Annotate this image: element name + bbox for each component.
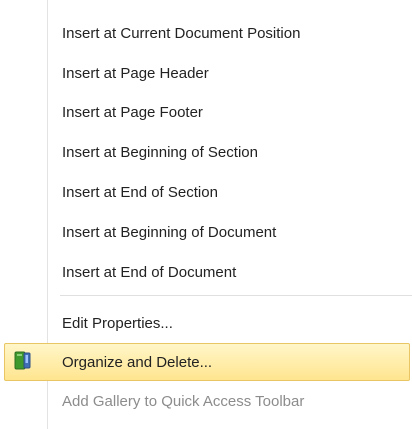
insert-at-end-of-document-item[interactable]: Insert at End of Document <box>4 254 410 292</box>
menu-item-label: Insert at Beginning of Document <box>62 224 277 241</box>
menu-separator <box>60 295 412 296</box>
organizer-book-icon-graphic <box>14 351 31 370</box>
menu-item-label: Insert at Beginning of Section <box>62 144 258 161</box>
menu-item-label: Insert at End of Document <box>62 264 237 281</box>
insert-at-current-document-position-item[interactable]: Insert at Current Document Position <box>4 15 410 53</box>
building-block-context-menu: Insert at Current Document Position Inse… <box>0 0 412 429</box>
menu-item-label: Insert at Page Header <box>62 65 209 82</box>
menu-item-label: Organize and Delete... <box>62 354 213 371</box>
add-gallery-to-quick-access-toolbar-item: Add Gallery to Quick Access Toolbar <box>4 383 410 421</box>
menu-item-label: Add Gallery to Quick Access Toolbar <box>62 393 305 410</box>
insert-at-beginning-of-document-item[interactable]: Insert at Beginning of Document <box>4 214 410 252</box>
insert-at-end-of-section-item[interactable]: Insert at End of Section <box>4 174 410 212</box>
insert-at-page-header-item[interactable]: Insert at Page Header <box>4 55 410 93</box>
insert-at-beginning-of-section-item[interactable]: Insert at Beginning of Section <box>4 134 410 172</box>
organizer-book-icon <box>13 350 33 372</box>
insert-at-page-footer-item[interactable]: Insert at Page Footer <box>4 94 410 132</box>
menu-item-label: Edit Properties... <box>62 315 173 332</box>
menu-item-label: Insert at End of Section <box>62 184 218 201</box>
organize-and-delete-item[interactable]: Organize and Delete... <box>4 343 410 381</box>
edit-properties-item[interactable]: Edit Properties... <box>4 305 410 343</box>
menu-item-label: Insert at Page Footer <box>62 104 203 121</box>
menu-item-label: Insert at Current Document Position <box>62 25 301 42</box>
